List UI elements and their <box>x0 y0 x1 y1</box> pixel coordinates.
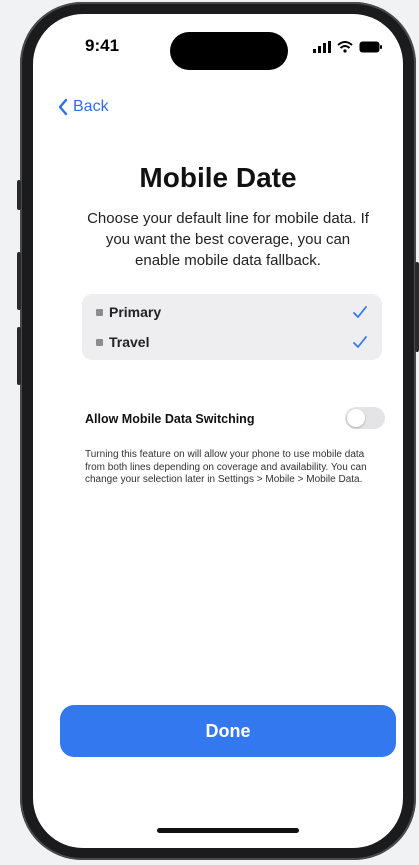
page-title: Mobile Date <box>139 162 297 193</box>
checkmark-icon <box>353 336 367 348</box>
done-button[interactable]: Done <box>60 705 396 757</box>
line-label: Primary <box>109 304 162 320</box>
back-button[interactable]: Back <box>57 98 109 116</box>
line-option-travel[interactable]: Travel <box>82 327 382 357</box>
home-indicator[interactable] <box>157 828 299 833</box>
wifi-icon <box>337 41 353 53</box>
line-list: Primary Travel <box>82 294 382 360</box>
sim-icon <box>96 308 103 316</box>
page-subtitle: Choose your default line for mobile data… <box>87 210 369 269</box>
phone-screen: 9:41 Back Mobile Date Choose your defaul… <box>33 14 403 848</box>
data-switching-row: Allow Mobile Data Switching <box>85 407 385 431</box>
power-button <box>415 262 419 352</box>
status-icons <box>313 40 383 54</box>
cellular-signal-icon <box>313 41 331 53</box>
volume-up-button <box>17 252 21 310</box>
checkmark-icon <box>353 306 367 318</box>
data-switching-label: Allow Mobile Data Switching <box>85 412 255 426</box>
line-option-primary[interactable]: Primary <box>82 297 382 327</box>
line-label: Travel <box>109 334 150 350</box>
status-time: 9:41 <box>85 36 120 55</box>
back-label: Back <box>73 98 109 115</box>
sim-icon <box>96 338 103 346</box>
battery-icon <box>359 41 382 53</box>
action-button <box>17 180 21 210</box>
data-switching-toggle[interactable] <box>345 407 385 429</box>
chevron-left-icon <box>58 98 68 116</box>
dynamic-island <box>170 32 288 70</box>
toggle-knob <box>347 409 365 427</box>
volume-down-button <box>17 327 21 385</box>
data-switching-description: Turning this feature on will allow your … <box>85 449 367 485</box>
